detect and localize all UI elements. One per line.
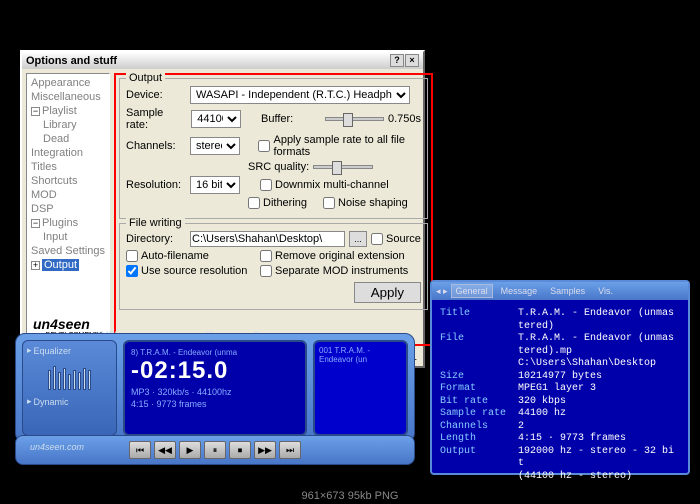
tab-samples[interactable]: Samples (545, 284, 590, 298)
info-row: (44100 hz - stereo) (440, 471, 680, 484)
info-row: Length4:15 · 9773 frames (440, 433, 680, 446)
player-display: 8) T.R.A.M. - Endeavor (unma -02:15.0 MP… (123, 340, 307, 436)
buffer-label: Buffer: (261, 113, 321, 125)
directory-label: Directory: (126, 233, 186, 245)
dithering-checkbox[interactable] (248, 197, 260, 209)
apply-sr-checkbox[interactable] (258, 140, 270, 152)
tree-output[interactable]: +Output (29, 258, 107, 272)
sample-rate-label: Sample rate: (126, 107, 187, 131)
eq-sliders[interactable] (27, 358, 112, 390)
info-row: TitleT.R.A.M. - Endeavor (unmastered) (440, 308, 680, 333)
url-label[interactable]: un4seen.com (30, 442, 84, 452)
buffer-value: 0.750s (388, 113, 421, 125)
src-slider[interactable] (313, 165, 373, 169)
filewriting-label: File writing (126, 217, 185, 229)
info-window[interactable]: ◂ ▸ General Message Samples Vis. TitleT.… (430, 280, 690, 475)
info-row: C:\Users\Shahan\Desktop (440, 358, 680, 371)
next-button[interactable]: ⏭ (279, 441, 301, 459)
equalizer-panel: Equalizer Dynamic (22, 340, 117, 436)
tab-vis[interactable]: Vis. (593, 284, 618, 298)
tree-saved[interactable]: Saved Settings (29, 244, 107, 258)
rewind-button[interactable]: ◀◀ (154, 441, 176, 459)
tree-input[interactable]: Input (41, 230, 107, 244)
tree-appearance[interactable]: Appearance (29, 76, 107, 90)
tree-titles[interactable]: Titles (29, 160, 107, 174)
time-display[interactable]: -02:15.0 (131, 357, 299, 385)
device-select[interactable]: WASAPI - Independent (R.T.C.) Headphones… (190, 86, 410, 104)
length-info: 4:15 · 9773 frames (131, 399, 299, 409)
noise-checkbox[interactable] (323, 197, 335, 209)
browse-button[interactable]: ... (349, 231, 367, 247)
auto-filename-checkbox[interactable] (126, 250, 138, 262)
playlist-panel[interactable]: 001 T.R.A.M. - Endeavor (un (313, 340, 408, 436)
tree-playlist[interactable]: −Playlist (29, 104, 107, 118)
dialog-titlebar[interactable]: Options and stuff ? × (22, 52, 423, 69)
tree-library[interactable]: Library (41, 118, 107, 132)
info-row: FormatMPEG1 layer 3 (440, 383, 680, 396)
tab-message[interactable]: Message (496, 284, 543, 298)
apply-button[interactable]: Apply (354, 282, 421, 303)
info-row: Sample rate44100 hz (440, 408, 680, 421)
tab-general[interactable]: General (451, 284, 493, 298)
info-row: Channels2 (440, 421, 680, 434)
directory-input[interactable] (190, 231, 345, 247)
source-checkbox[interactable] (371, 233, 383, 245)
options-dialog: Options and stuff ? × Appearance Miscell… (20, 50, 425, 368)
info-row: Size10214977 bytes (440, 371, 680, 384)
buffer-slider[interactable] (325, 117, 384, 121)
sep-mod-checkbox[interactable] (260, 265, 272, 277)
tree-plugins[interactable]: −Plugins (29, 216, 107, 230)
xmplay-player[interactable]: Equalizer Dynamic 8) T.R.A.M. - Endeavor… (15, 333, 415, 443)
expand-icon[interactable]: + (31, 261, 40, 270)
track-title: 8) T.R.A.M. - Endeavor (unma (131, 348, 299, 357)
stop-button[interactable]: ⏹ (229, 441, 251, 459)
channels-label: Channels: (126, 140, 186, 152)
info-row: Bit rate320 kbps (440, 396, 680, 409)
output-panel: Output Device: WASAPI - Independent (R.T… (114, 73, 433, 346)
collapse-icon[interactable]: − (31, 219, 40, 228)
output-group-label: Output (126, 72, 165, 84)
equalizer-label[interactable]: Equalizer (27, 345, 112, 356)
resolution-label: Resolution: (126, 179, 186, 191)
info-tabs: ◂ ▸ General Message Samples Vis. (432, 282, 688, 300)
downmix-checkbox[interactable] (260, 179, 272, 191)
pause-button[interactable]: ⏸ (204, 441, 226, 459)
play-button[interactable]: ▶ (179, 441, 201, 459)
help-button[interactable]: ? (390, 54, 404, 67)
collapse-icon[interactable]: − (31, 107, 40, 116)
window-controls[interactable]: ◂ ▸ (436, 286, 448, 297)
use-src-res-checkbox[interactable] (126, 265, 138, 277)
resolution-select[interactable]: 16 bit (190, 176, 240, 194)
device-label: Device: (126, 89, 186, 101)
format-info: MP3 · 320kb/s · 44100hz (131, 387, 299, 397)
sample-rate-select[interactable]: 44100 (191, 110, 241, 128)
tree-mod[interactable]: MOD (29, 188, 107, 202)
forward-button[interactable]: ▶▶ (254, 441, 276, 459)
output-group: Output Device: WASAPI - Independent (R.T… (119, 78, 428, 219)
dialog-title: Options and stuff (26, 55, 117, 67)
info-body: TitleT.R.A.M. - Endeavor (unmastered)Fil… (432, 300, 688, 491)
tree-dsp[interactable]: DSP (29, 202, 107, 216)
info-row: Output192000 hz - stereo - 32 bit (440, 446, 680, 471)
channels-select[interactable]: stereo (190, 137, 240, 155)
dynamic-label[interactable]: Dynamic (27, 396, 112, 407)
image-dimensions: 961×673 95kb PNG (296, 490, 405, 502)
playlist-item[interactable]: 001 T.R.A.M. - Endeavor (un (319, 346, 402, 364)
src-label: SRC quality: (248, 161, 309, 173)
close-button[interactable]: × (405, 54, 419, 67)
tree-misc[interactable]: Miscellaneous (29, 90, 107, 104)
prev-button[interactable]: ⏮ (129, 441, 151, 459)
tree-integration[interactable]: Integration (29, 146, 107, 160)
remove-ext-checkbox[interactable] (260, 250, 272, 262)
options-tree: Appearance Miscellaneous −Playlist Libra… (26, 73, 110, 346)
filewriting-group: File writing Directory: ... Source Auto-… (119, 223, 428, 310)
info-row: FileT.R.A.M. - Endeavor (unmastered).mp (440, 333, 680, 358)
tree-dead[interactable]: Dead (41, 132, 107, 146)
tree-shortcuts[interactable]: Shortcuts (29, 174, 107, 188)
